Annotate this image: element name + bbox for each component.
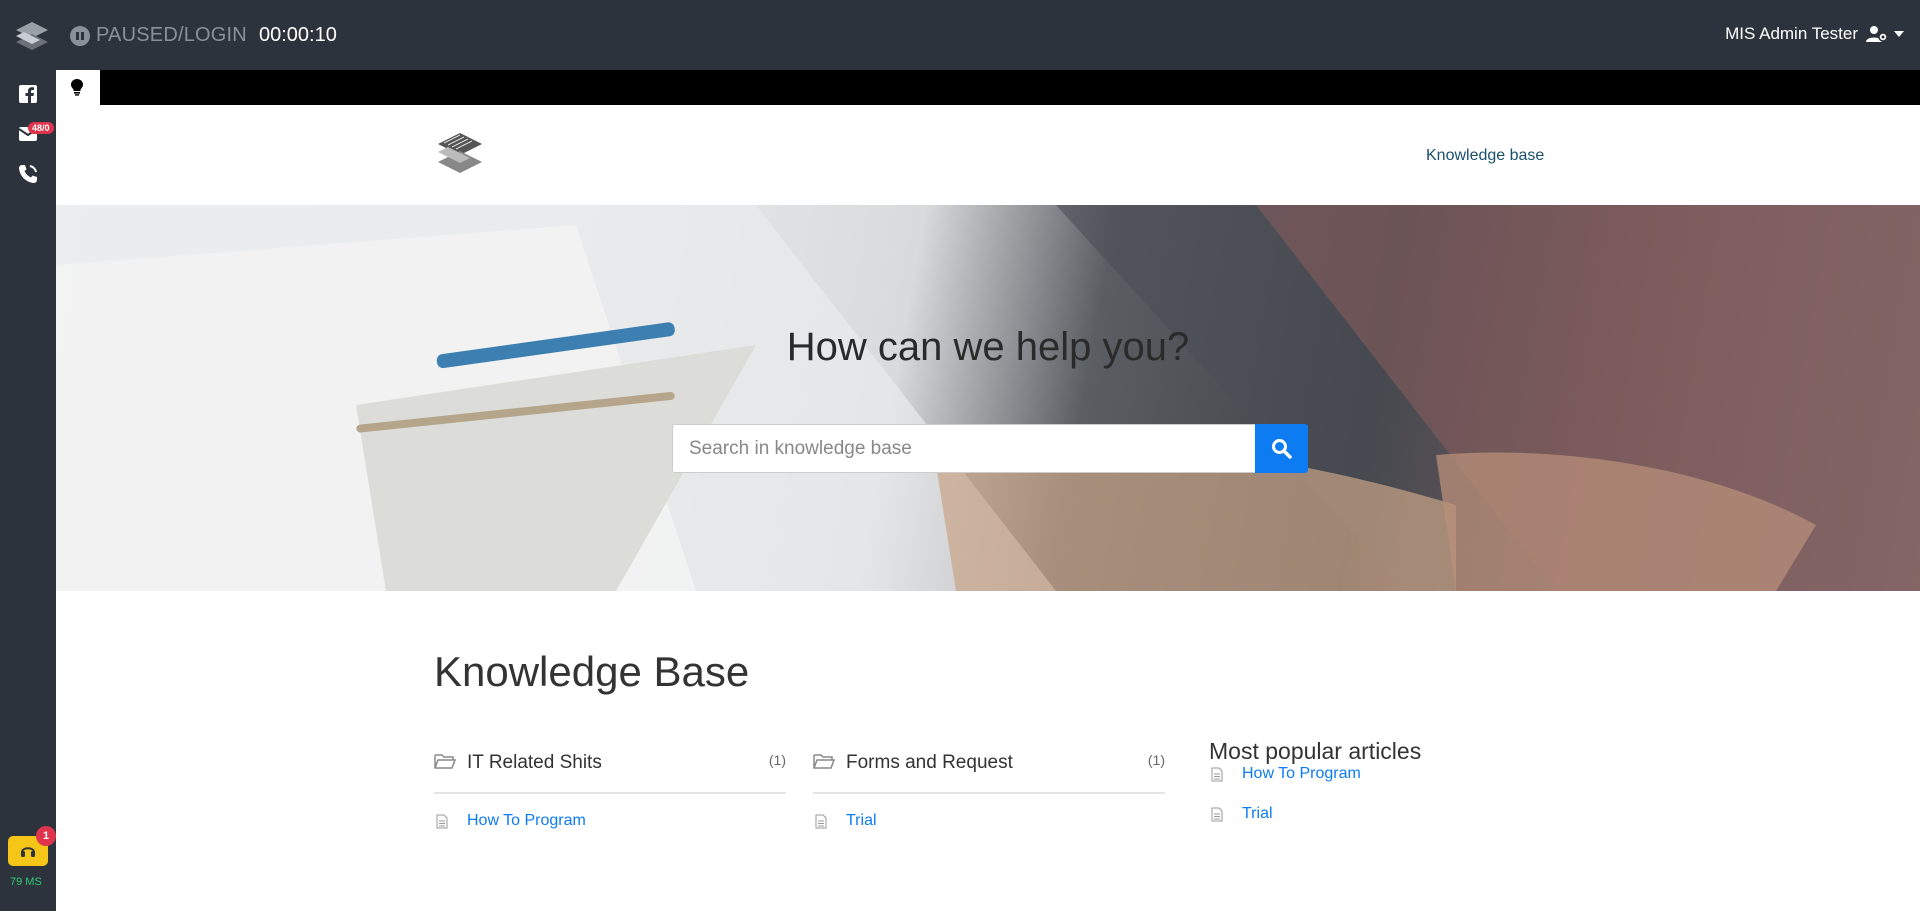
- main-content: Knowledge base How can we help you? Kno: [56, 70, 1920, 911]
- hero-banner: How can we help you?: [56, 205, 1920, 591]
- lightbulb-icon: [71, 79, 83, 96]
- nav-knowledge-base-link[interactable]: Knowledge base: [1426, 147, 1544, 165]
- article-link[interactable]: Trial: [1242, 805, 1273, 823]
- facebook-icon[interactable]: [16, 82, 40, 106]
- hero-title: How can we help you?: [786, 325, 1190, 369]
- category-header[interactable]: IT Related Shits (1): [434, 744, 786, 794]
- top-bar: PAUSED/LOGIN 00:00:10 MIS Admin Tester: [0, 0, 1920, 70]
- popular-articles: Most popular articles How To Program Tri…: [1209, 738, 1609, 845]
- agent-status[interactable]: PAUSED/LOGIN 00:00:10: [70, 24, 337, 47]
- latency-readout: 79 MS: [10, 876, 42, 888]
- tab-strip: [56, 70, 1920, 105]
- category-name[interactable]: IT Related Shits: [467, 752, 602, 774]
- category-count: (1): [768, 752, 786, 768]
- mail-count-badge: 48/0: [28, 122, 54, 134]
- list-item: How To Program: [434, 812, 786, 852]
- chevron-down-icon: [1894, 31, 1904, 37]
- user-name: MIS Admin Tester: [1725, 24, 1858, 43]
- left-rail: 48/0 1 79 MS: [0, 70, 56, 911]
- category-forms-request: Forms and Request (1) Trial: [813, 744, 1165, 852]
- popular-articles-title: Most popular articles: [1209, 738, 1422, 764]
- hero-background-image: [56, 205, 1920, 591]
- user-menu[interactable]: MIS Admin Tester: [1725, 24, 1904, 44]
- search-input[interactable]: [672, 424, 1255, 473]
- kb-search: [672, 424, 1308, 473]
- status-label: PAUSED/LOGIN: [96, 24, 247, 46]
- phone-icon[interactable]: [16, 162, 40, 186]
- search-icon: [1272, 439, 1292, 459]
- company-logo-icon[interactable]: [434, 129, 486, 179]
- list-item: Trial: [813, 812, 1165, 852]
- pause-icon[interactable]: [70, 25, 90, 46]
- category-header[interactable]: Forms and Request (1): [813, 744, 1165, 794]
- document-icon: [1211, 807, 1223, 822]
- article-link[interactable]: Trial: [846, 812, 877, 830]
- document-icon: [436, 814, 448, 829]
- agent-notification-badge: 1: [36, 826, 56, 846]
- tab-knowledge-base[interactable]: [56, 70, 100, 105]
- document-icon: [815, 814, 827, 829]
- article-link[interactable]: How To Program: [1242, 765, 1361, 783]
- kb-header: Knowledge base: [56, 105, 1920, 205]
- folder-open-icon: [434, 754, 456, 769]
- app-logo-icon[interactable]: [14, 20, 50, 52]
- document-icon: [1211, 767, 1223, 782]
- category-count: (1): [1147, 752, 1165, 768]
- article-link[interactable]: How To Program: [467, 812, 586, 830]
- folder-open-icon: [813, 754, 835, 769]
- list-item: Trial: [1209, 805, 1609, 845]
- search-button[interactable]: [1255, 424, 1308, 473]
- category-name[interactable]: Forms and Request: [846, 752, 1013, 774]
- user-settings-icon: [1866, 26, 1888, 42]
- knowledge-base-title: Knowledge Base: [434, 648, 750, 695]
- status-timer: 00:00:10: [258, 24, 337, 46]
- category-it-related: IT Related Shits (1) How To Program: [434, 744, 786, 852]
- headset-icon: [21, 847, 35, 857]
- list-item: How To Program: [1209, 765, 1609, 805]
